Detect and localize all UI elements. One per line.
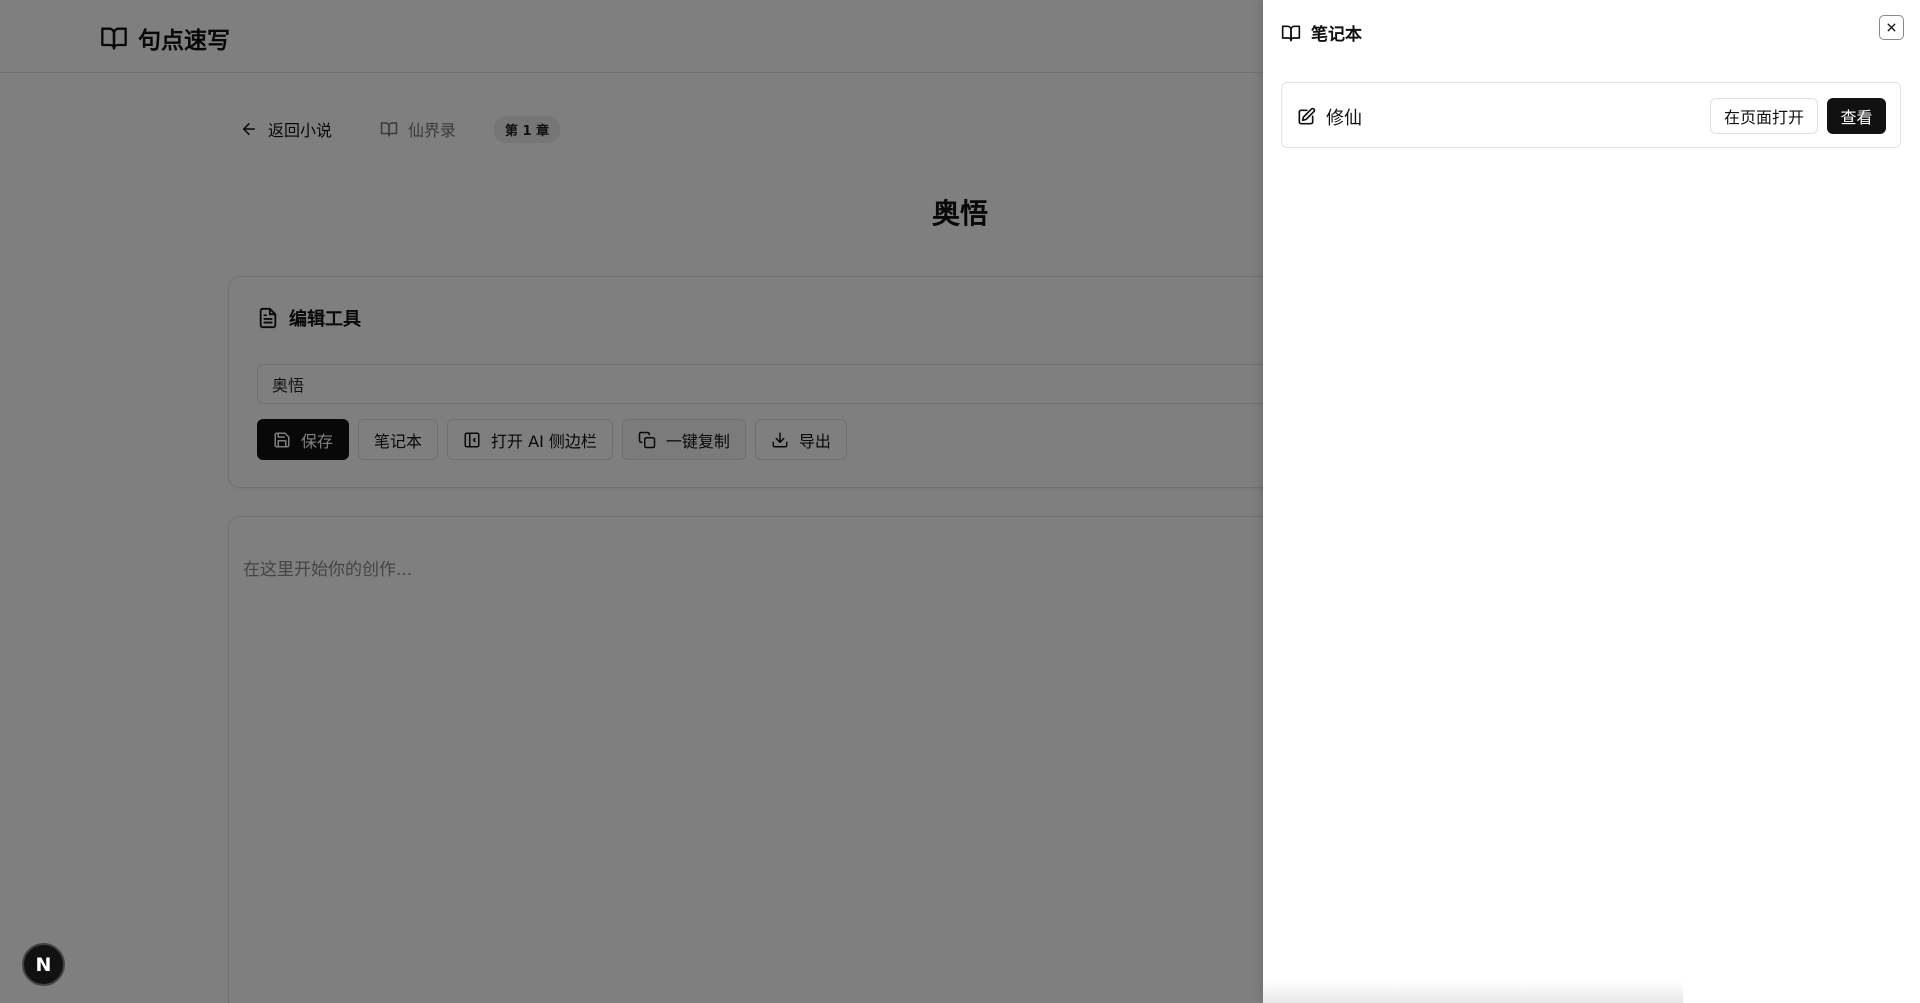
notebook-sheet: 笔记本 修仙 在页面打开 查看 (1263, 0, 1920, 1003)
dev-indicator-letter: N (35, 953, 52, 976)
book-open-icon (1281, 25, 1301, 41)
edit-icon (1298, 107, 1316, 125)
sheet-title-label: 笔记本 (1311, 25, 1362, 45)
notebook-item-name: 修仙 (1326, 108, 1362, 129)
dev-indicator-badge[interactable]: N (22, 943, 65, 986)
notebook-item: 修仙 在页面打开 查看 (1281, 82, 1901, 148)
view-button[interactable]: 查看 (1827, 98, 1886, 134)
notebook-item-title: 修仙 (1296, 104, 1362, 130)
close-icon (1887, 23, 1896, 32)
sheet-bottom-shadow (1263, 981, 1683, 1003)
sheet-title: 笔记本 (1281, 20, 1362, 45)
close-button[interactable] (1879, 15, 1904, 40)
open-in-page-button[interactable]: 在页面打开 (1710, 98, 1819, 134)
